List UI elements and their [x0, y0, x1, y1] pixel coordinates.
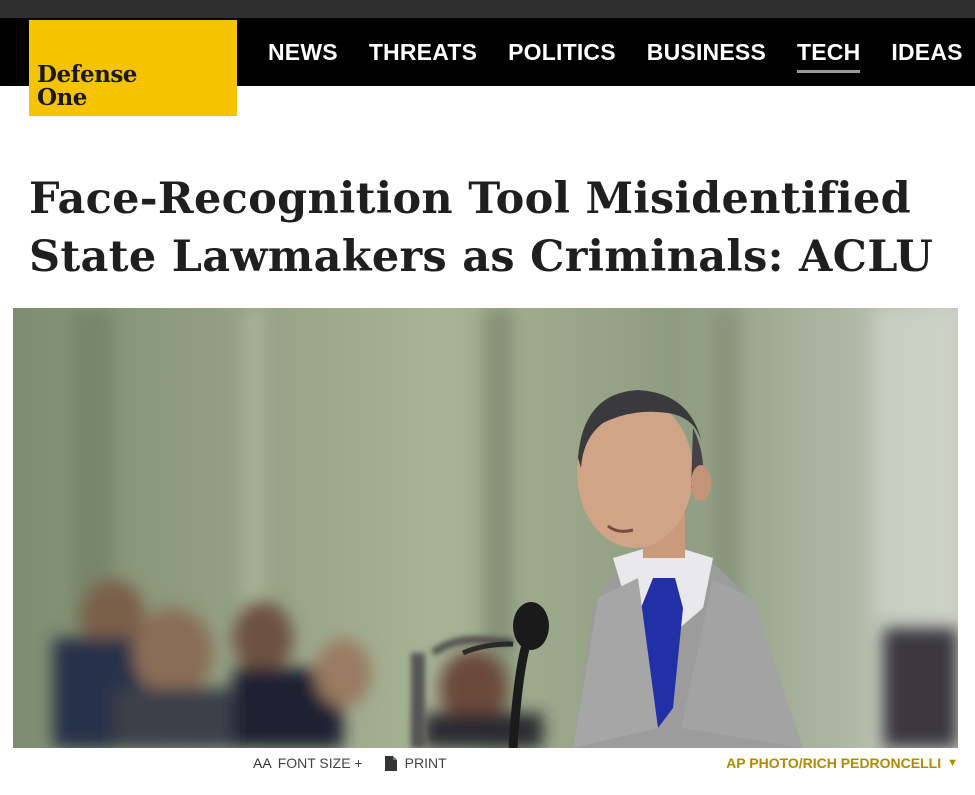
caret-down-icon: ▼: [947, 757, 958, 769]
photo-credit-label: AP PHOTO/RICH PEDRONCELLI: [726, 755, 942, 771]
nav-item-politics[interactable]: POLITICS: [508, 18, 616, 86]
photo-credit[interactable]: AP PHOTO/RICH PEDRONCELLI ▼: [726, 755, 958, 771]
article-tools: AA FONT SIZE + PRINT: [253, 755, 469, 771]
nav-item-threats[interactable]: THREATS: [369, 18, 477, 86]
site-logo[interactable]: Defense One: [29, 20, 237, 116]
nav-item-ideas[interactable]: IDEAS: [891, 18, 962, 86]
print-control[interactable]: PRINT: [384, 755, 447, 771]
browser-top-strip: [0, 0, 975, 18]
document-icon: [384, 755, 397, 771]
nav-item-news[interactable]: NEWS: [268, 18, 338, 86]
font-size-label: FONT SIZE +: [277, 755, 363, 771]
font-size-icon: AA: [253, 755, 272, 771]
font-size-control[interactable]: AA FONT SIZE +: [253, 755, 363, 771]
nav-item-tech[interactable]: TECH: [796, 18, 861, 86]
article-headline: Face-Recognition Tool Misidentified Stat…: [29, 174, 934, 282]
logo-line-2: One: [37, 84, 87, 111]
print-label: PRINT: [404, 755, 447, 771]
article-hero-photo: [13, 308, 958, 748]
nav-item-business[interactable]: BUSINESS: [647, 18, 766, 86]
section-nav: NEWS THREATS POLITICS BUSINESS TECH IDEA…: [268, 18, 975, 86]
hero-photo-illustration: [13, 308, 958, 748]
